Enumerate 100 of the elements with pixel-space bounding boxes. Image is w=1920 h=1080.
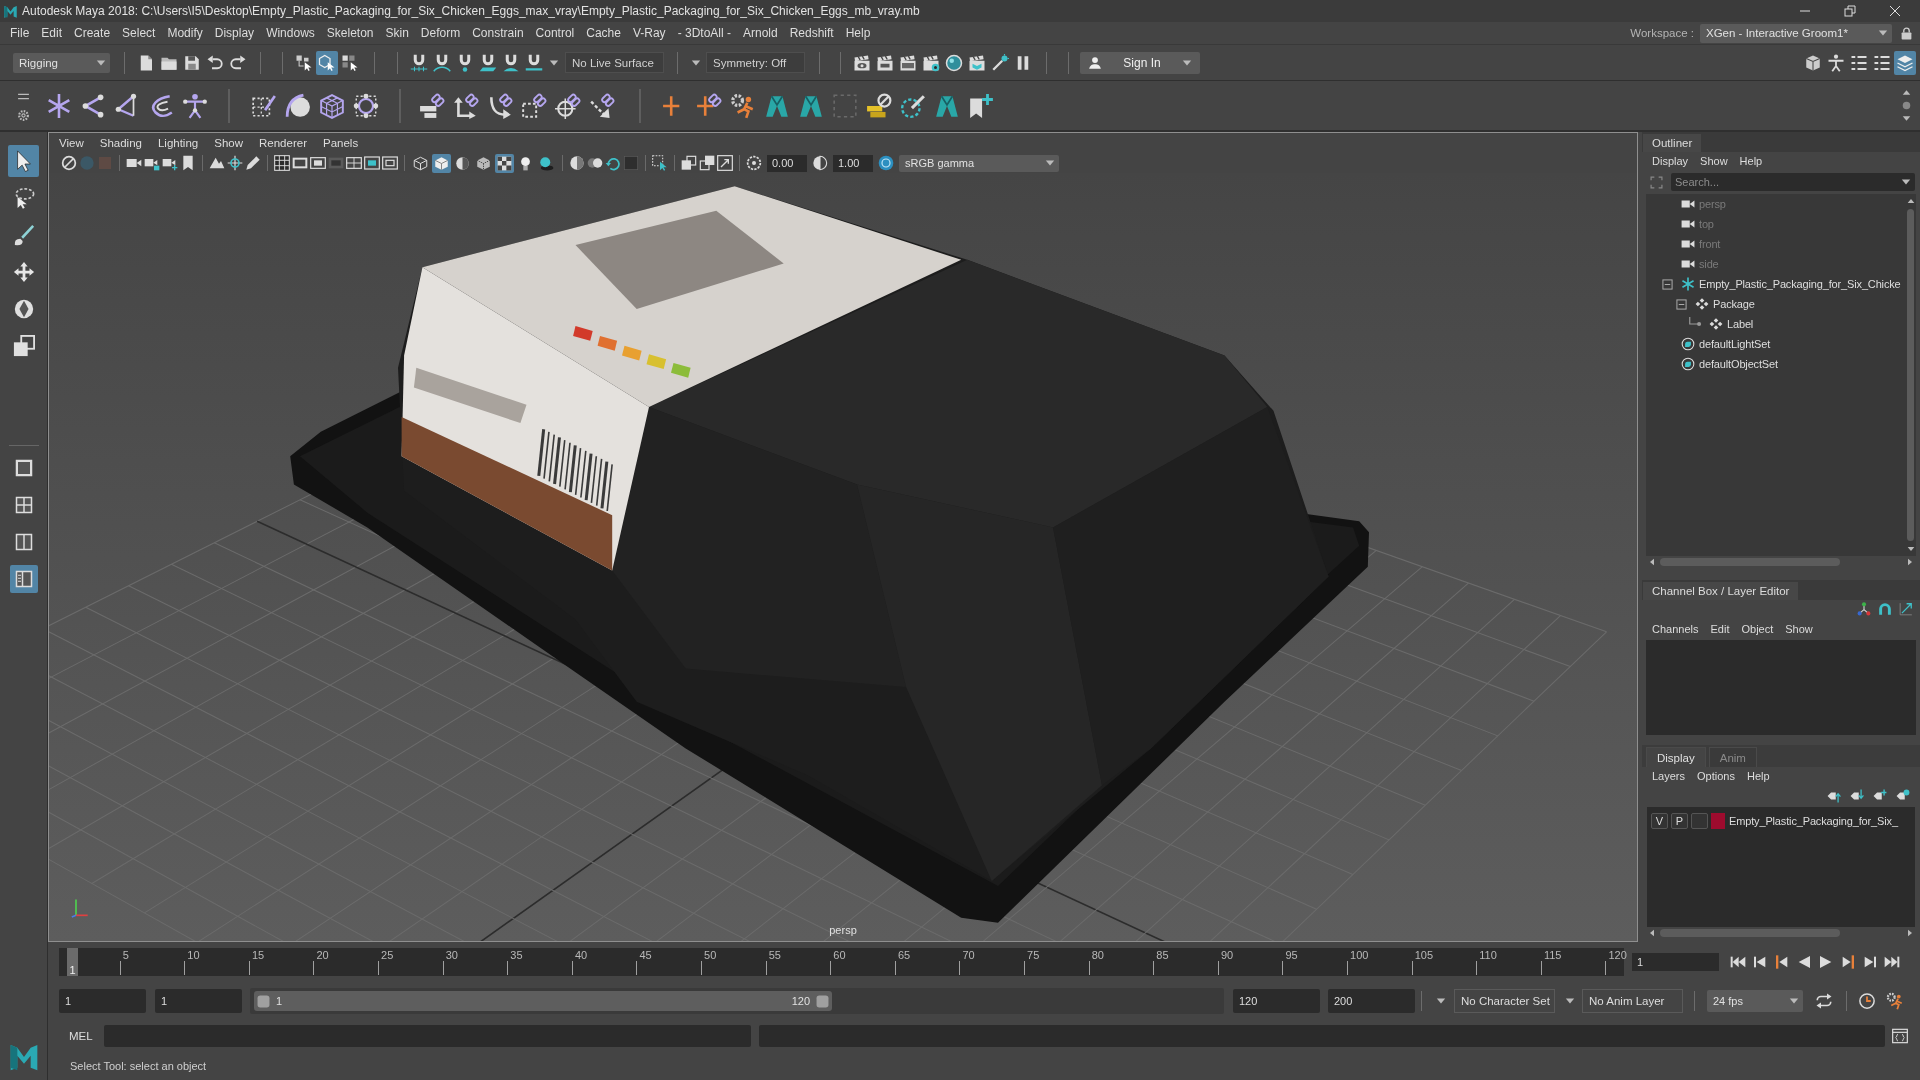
- aperture-icon[interactable]: [746, 155, 762, 171]
- dashed-square-cursor-icon[interactable]: [652, 155, 668, 171]
- current-frame-field[interactable]: 1: [1632, 953, 1719, 971]
- loop-arrows-icon[interactable]: [1815, 992, 1833, 1010]
- clapperboard-icon[interactable]: [899, 53, 917, 72]
- menu-item[interactable]: Options: [1691, 770, 1741, 782]
- scroll-down-icon[interactable]: [1902, 114, 1911, 123]
- caret-icon[interactable]: [1436, 996, 1446, 1006]
- step-back-key-icon[interactable]: [1752, 954, 1768, 970]
- range-slider-track[interactable]: 1 120: [250, 988, 1224, 1014]
- link-curved-arrow-icon[interactable]: [487, 92, 513, 119]
- overlapping-squares-icon[interactable]: [699, 155, 715, 171]
- bone-chain-icon[interactable]: [80, 92, 106, 119]
- grid-icon[interactable]: [274, 155, 290, 171]
- menu-item[interactable]: View: [51, 137, 92, 149]
- selection-mode-button[interactable]: [316, 50, 338, 75]
- clapperboard-icon[interactable]: [853, 53, 871, 72]
- scroll-up-icon[interactable]: [1906, 197, 1915, 205]
- lock-icon[interactable]: [1900, 25, 1913, 41]
- overlapping-circles-icon[interactable]: [587, 155, 603, 171]
- visibility-toggle[interactable]: V: [1651, 813, 1668, 829]
- range-handle-icon[interactable]: [816, 993, 829, 1009]
- sign-in-button[interactable]: Sign In: [1080, 51, 1200, 74]
- search-options-button[interactable]: [1897, 173, 1915, 191]
- color-swatch-icon[interactable]: [1711, 813, 1725, 829]
- dotted-circle-grid-icon[interactable]: [353, 92, 379, 119]
- clock-icon[interactable]: [1858, 992, 1876, 1010]
- reference-toggle[interactable]: [1691, 813, 1708, 829]
- field-chart-icon[interactable]: [346, 155, 362, 171]
- gamma-field[interactable]: 1.00: [833, 154, 873, 172]
- magnet-plane-icon[interactable]: [479, 53, 497, 72]
- stacked-cards-icon[interactable]: [866, 92, 892, 119]
- diagonal-arrow-icon[interactable]: [1899, 602, 1913, 616]
- outliner-item[interactable]: defaultObjectSet: [1699, 358, 1778, 370]
- menu-item[interactable]: Modify: [161, 26, 209, 40]
- step-forward-frame-icon[interactable]: [1840, 954, 1856, 970]
- egg-carton-drawing[interactable]: [290, 186, 1369, 923]
- clapperboard-gear-icon[interactable]: [922, 53, 940, 72]
- tag-plus-icon[interactable]: [1873, 789, 1887, 803]
- playback-start-field[interactable]: 1: [155, 989, 242, 1013]
- brush-circle-icon[interactable]: [900, 92, 926, 119]
- menu-item[interactable]: Show: [1779, 623, 1819, 635]
- link-rectangle-icon[interactable]: [419, 92, 445, 119]
- layer-name[interactable]: Empty_Plastic_Packaging_for_Six_: [1729, 815, 1898, 827]
- menu-item[interactable]: Skeleton: [320, 26, 380, 40]
- search-field[interactable]: Search...: [1671, 173, 1897, 191]
- settings-icon[interactable]: [16, 108, 30, 122]
- menu-item[interactable]: Show: [1694, 155, 1734, 167]
- range-slider-bar[interactable]: 1 120: [254, 991, 832, 1011]
- clapperboard-stack-icon[interactable]: [968, 53, 986, 72]
- step-back-frame-icon[interactable]: [1774, 954, 1790, 970]
- menu-item[interactable]: Redshift: [783, 26, 840, 40]
- tab[interactable]: Display: [1646, 747, 1706, 767]
- minus-box-icon[interactable]: [1675, 298, 1687, 310]
- gear-runner-icon[interactable]: [730, 92, 756, 119]
- symmetry-dropdown[interactable]: Symmetry: Off: [706, 52, 805, 73]
- menu-item[interactable]: Skin: [379, 26, 415, 40]
- menu-item[interactable]: Cache: [580, 26, 627, 40]
- menu-item[interactable]: Display: [208, 26, 261, 40]
- sphere-arc-icon[interactable]: [285, 92, 311, 119]
- range-handle-icon[interactable]: [257, 993, 270, 1009]
- menu-item[interactable]: Panels: [314, 137, 367, 149]
- scrollbar-thumb[interactable]: [1907, 209, 1914, 541]
- panel-toggle-button[interactable]: [1894, 50, 1916, 75]
- tool-button[interactable]: [8, 145, 39, 177]
- menu-item[interactable]: Edit: [35, 26, 69, 40]
- wand-icon[interactable]: [991, 53, 1009, 72]
- menu-item[interactable]: Show: [206, 137, 251, 149]
- bookmark-plus-icon[interactable]: [968, 92, 994, 119]
- scroll-dot-icon[interactable]: [1902, 101, 1911, 110]
- scroll-left-icon[interactable]: [1648, 929, 1656, 937]
- magnet-curve-icon[interactable]: [433, 53, 451, 72]
- menu-set-dropdown[interactable]: Rigging: [13, 52, 110, 73]
- menu-item[interactable]: Windows: [260, 26, 321, 40]
- magnet-surface-icon[interactable]: [502, 53, 520, 72]
- menu-item[interactable]: Help: [1733, 155, 1769, 167]
- tripod-axes-icon[interactable]: [1857, 602, 1871, 616]
- magnet-grid-icon[interactable]: [410, 53, 428, 72]
- menu-item[interactable]: Display: [1646, 155, 1695, 167]
- menu-item[interactable]: Create: [68, 26, 117, 40]
- scrollbar-thumb[interactable]: [1660, 558, 1840, 566]
- bookmark-icon[interactable]: [180, 155, 196, 171]
- skip-to-start-icon[interactable]: [1730, 954, 1746, 970]
- scroll-down-icon[interactable]: [1906, 545, 1915, 553]
- scroll-up-icon[interactable]: [1902, 88, 1911, 97]
- clapperboard-icon[interactable]: [876, 53, 894, 72]
- film-gate-icon[interactable]: [292, 155, 308, 171]
- anim-layer-field[interactable]: No Anim Layer: [1582, 989, 1683, 1013]
- link-diagonal-arrow-icon[interactable]: [589, 92, 615, 119]
- menu-item[interactable]: Renderer: [251, 137, 315, 149]
- scroll-right-icon[interactable]: [1906, 929, 1914, 937]
- menu-item[interactable]: Layers: [1646, 770, 1692, 782]
- skip-to-end-icon[interactable]: [1884, 954, 1900, 970]
- menu-item[interactable]: Lighting: [149, 137, 207, 149]
- tag-dot-icon[interactable]: [1896, 789, 1910, 803]
- outliner-item[interactable]: defaultLightSet: [1699, 338, 1771, 350]
- command-input-field[interactable]: [104, 1025, 751, 1047]
- undo-arrow-icon[interactable]: [206, 53, 224, 72]
- restore-icon[interactable]: [1844, 5, 1856, 17]
- cross-link-icon[interactable]: [696, 92, 722, 119]
